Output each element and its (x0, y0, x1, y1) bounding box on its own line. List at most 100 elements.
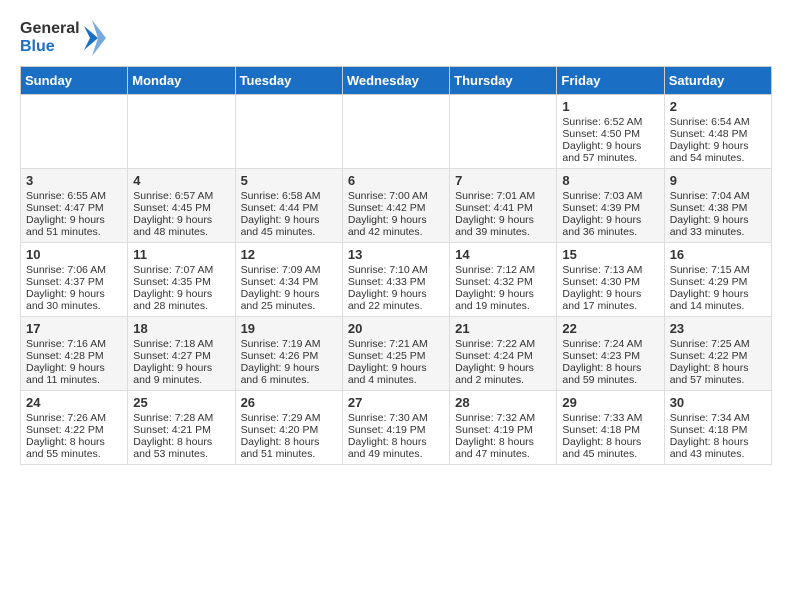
day-info: Sunset: 4:24 PM (455, 350, 551, 362)
day-number: 22 (562, 321, 658, 336)
day-info: Daylight: 9 hours and 51 minutes. (26, 214, 122, 238)
day-info: Sunset: 4:32 PM (455, 276, 551, 288)
day-info: Daylight: 8 hours and 59 minutes. (562, 362, 658, 386)
weekday-monday: Monday (128, 67, 235, 95)
day-info: Daylight: 9 hours and 28 minutes. (133, 288, 229, 312)
day-info: Sunrise: 7:33 AM (562, 412, 658, 424)
week-row-2: 10Sunrise: 7:06 AMSunset: 4:37 PMDayligh… (21, 243, 772, 317)
day-number: 8 (562, 173, 658, 188)
day-info: Sunrise: 7:13 AM (562, 264, 658, 276)
day-number: 14 (455, 247, 551, 262)
calendar-cell: 22Sunrise: 7:24 AMSunset: 4:23 PMDayligh… (557, 317, 664, 391)
day-info: Sunset: 4:22 PM (670, 350, 766, 362)
day-info: Sunset: 4:39 PM (562, 202, 658, 214)
day-info: Sunrise: 7:26 AM (26, 412, 122, 424)
day-info: Daylight: 9 hours and 25 minutes. (241, 288, 337, 312)
calendar-cell (342, 95, 449, 169)
day-info: Daylight: 9 hours and 54 minutes. (670, 140, 766, 164)
day-number: 27 (348, 395, 444, 410)
day-info: Daylight: 9 hours and 42 minutes. (348, 214, 444, 238)
day-info: Daylight: 9 hours and 19 minutes. (455, 288, 551, 312)
calendar-cell (21, 95, 128, 169)
calendar-cell: 4Sunrise: 6:57 AMSunset: 4:45 PMDaylight… (128, 169, 235, 243)
week-row-4: 24Sunrise: 7:26 AMSunset: 4:22 PMDayligh… (21, 391, 772, 465)
calendar-cell: 29Sunrise: 7:33 AMSunset: 4:18 PMDayligh… (557, 391, 664, 465)
calendar-cell: 24 Sunrise: 7:26 AMSunset: 4:22 PMDayligh… (21, 391, 128, 465)
day-number: 24 (26, 395, 122, 410)
calendar-cell: 20Sunrise: 7:21 AMSunset: 4:25 PMDayligh… (342, 317, 449, 391)
day-info: Sunrise: 7:28 AM (133, 412, 229, 424)
logo: General Blue (20, 20, 106, 56)
day-info: Sunrise: 7:32 AM (455, 412, 551, 424)
day-number: 5 (241, 173, 337, 188)
calendar-cell: 5Sunrise: 6:58 AMSunset: 4:44 PMDaylight… (235, 169, 342, 243)
day-info: Daylight: 9 hours and 33 minutes. (670, 214, 766, 238)
day-info: Daylight: 8 hours and 51 minutes. (241, 436, 337, 460)
day-info: Sunrise: 6:57 AM (133, 190, 229, 202)
day-number: 13 (348, 247, 444, 262)
calendar-cell: 11Sunrise: 7:07 AMSunset: 4:35 PMDayligh… (128, 243, 235, 317)
day-info: Daylight: 9 hours and 30 minutes. (26, 288, 122, 312)
day-info: Sunrise: 6:55 AM (26, 190, 122, 202)
day-info: Sunset: 4:45 PM (133, 202, 229, 214)
calendar-cell: 12Sunrise: 7:09 AMSunset: 4:34 PMDayligh… (235, 243, 342, 317)
day-number: 28 (455, 395, 551, 410)
calendar-cell: 9Sunrise: 7:04 AMSunset: 4:38 PMDaylight… (664, 169, 771, 243)
day-number: 16 (670, 247, 766, 262)
day-info: Sunset: 4:38 PM (670, 202, 766, 214)
calendar-cell: 18Sunrise: 7:18 AMSunset: 4:27 PMDayligh… (128, 317, 235, 391)
day-info: Sunrise: 7:04 AM (670, 190, 766, 202)
day-info: Daylight: 8 hours and 55 minutes. (26, 436, 122, 460)
day-info: Sunrise: 7:22 AM (455, 338, 551, 350)
calendar-cell: 26Sunrise: 7:29 AMSunset: 4:20 PMDayligh… (235, 391, 342, 465)
day-info: Daylight: 9 hours and 14 minutes. (670, 288, 766, 312)
day-number: 21 (455, 321, 551, 336)
calendar-cell: 3Sunrise: 6:55 AMSunset: 4:47 PMDaylight… (21, 169, 128, 243)
day-info: Sunrise: 7:07 AM (133, 264, 229, 276)
day-info: Sunrise: 7:03 AM (562, 190, 658, 202)
day-info: Sunrise: 7:01 AM (455, 190, 551, 202)
calendar-cell: 30Sunrise: 7:34 AMSunset: 4:18 PMDayligh… (664, 391, 771, 465)
day-info: Daylight: 9 hours and 39 minutes. (455, 214, 551, 238)
day-info: Sunset: 4:19 PM (348, 424, 444, 436)
day-info: Sunrise: 7:16 AM (26, 338, 122, 350)
day-info: Sunset: 4:42 PM (348, 202, 444, 214)
day-number: 15 (562, 247, 658, 262)
calendar-cell: 27Sunrise: 7:30 AMSunset: 4:19 PMDayligh… (342, 391, 449, 465)
day-info: Daylight: 9 hours and 57 minutes. (562, 140, 658, 164)
day-info: Sunset: 4:33 PM (348, 276, 444, 288)
day-number: 18 (133, 321, 229, 336)
day-number: 6 (348, 173, 444, 188)
day-number: 19 (241, 321, 337, 336)
day-info: Sunset: 4:48 PM (670, 128, 766, 140)
day-info: Sunrise: 7:29 AM (241, 412, 337, 424)
logo-graphic: General Blue (20, 20, 80, 55)
day-info: Daylight: 9 hours and 45 minutes. (241, 214, 337, 238)
day-info: Sunrise: 7:24 AM (562, 338, 658, 350)
logo-blue: Blue (20, 38, 80, 56)
day-info: Daylight: 9 hours and 48 minutes. (133, 214, 229, 238)
week-row-1: 3Sunrise: 6:55 AMSunset: 4:47 PMDaylight… (21, 169, 772, 243)
weekday-sunday: Sunday (21, 67, 128, 95)
day-info: Daylight: 9 hours and 6 minutes. (241, 362, 337, 386)
day-info: Daylight: 8 hours and 49 minutes. (348, 436, 444, 460)
weekday-header-row: SundayMondayTuesdayWednesdayThursdayFrid… (21, 67, 772, 95)
weekday-friday: Friday (557, 67, 664, 95)
day-info: Daylight: 8 hours and 57 minutes. (670, 362, 766, 386)
day-number: 25 (133, 395, 229, 410)
day-info: Sunrise: 7:21 AM (348, 338, 444, 350)
day-info: Sunset: 4:18 PM (562, 424, 658, 436)
day-info: Sunrise: 6:52 AM (562, 116, 658, 128)
calendar-cell: 8Sunrise: 7:03 AMSunset: 4:39 PMDaylight… (557, 169, 664, 243)
day-info: Sunrise: 7:25 AM (670, 338, 766, 350)
day-info: Sunset: 4:22 PM (26, 424, 122, 436)
calendar-cell: 21Sunrise: 7:22 AMSunset: 4:24 PMDayligh… (450, 317, 557, 391)
day-number: 10 (26, 247, 122, 262)
calendar-cell: 10Sunrise: 7:06 AMSunset: 4:37 PMDayligh… (21, 243, 128, 317)
day-info: Sunset: 4:47 PM (26, 202, 122, 214)
calendar-cell: 17Sunrise: 7:16 AMSunset: 4:28 PMDayligh… (21, 317, 128, 391)
weekday-tuesday: Tuesday (235, 67, 342, 95)
day-number: 12 (241, 247, 337, 262)
day-info: Sunrise: 7:10 AM (348, 264, 444, 276)
day-info: Daylight: 9 hours and 9 minutes. (133, 362, 229, 386)
